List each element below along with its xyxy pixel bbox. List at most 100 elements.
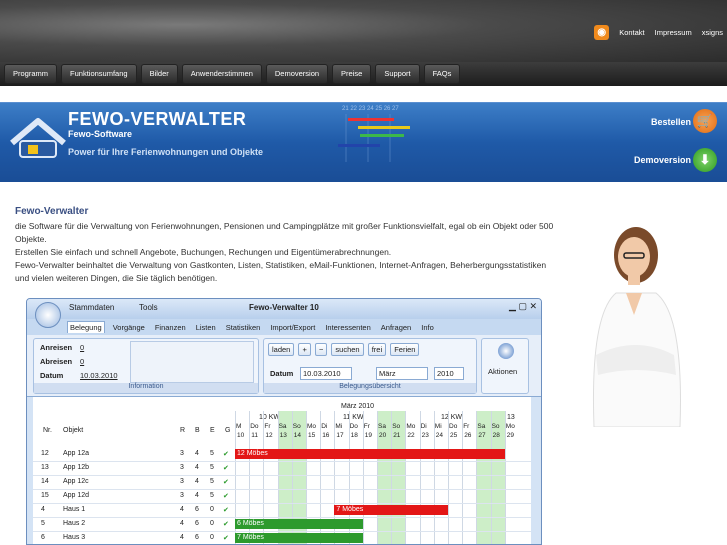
qat-tools[interactable]: Tools [139, 303, 158, 312]
nav-programm[interactable]: Programm [4, 64, 58, 84]
check-icon: ✔ [223, 451, 229, 458]
row-r: 4 [180, 520, 184, 527]
abreisen-label: Abreisen [40, 357, 73, 366]
day-date: 20 [379, 432, 387, 439]
row-nr: 13 [41, 464, 49, 471]
content-heading: Fewo-Verwalter [15, 206, 89, 217]
window-controls[interactable]: ▁ ▢ ✕ [509, 301, 537, 312]
day-name: So [392, 423, 401, 430]
aktionen-icon[interactable] [498, 343, 514, 359]
suchen-button[interactable]: suchen [331, 343, 364, 356]
day-name: Sa [278, 423, 287, 430]
check-icon: ✔ [223, 479, 229, 486]
nav-funktionsumfang[interactable]: Funktionsumfang [61, 64, 137, 84]
nav-demoversion[interactable]: Demoversion [265, 64, 329, 84]
header-g: G [225, 427, 231, 434]
aktionen-label[interactable]: Aktionen [488, 367, 517, 376]
monat-select[interactable]: März [376, 367, 428, 380]
table-row[interactable]: 15 App 12d 3 4 5 ✔ [33, 490, 531, 504]
day-name: Mi [335, 423, 343, 430]
table-row[interactable]: 12 App 12a 3 4 5 ✔ 12 Möbes [33, 448, 531, 462]
table-row[interactable]: 14 App 12c 3 4 5 ✔ [33, 476, 531, 490]
day-name: Fr [363, 423, 370, 430]
day-date: 25 [450, 432, 458, 439]
zoom-in-icon[interactable]: + [298, 343, 311, 356]
day-date: 27 [478, 432, 486, 439]
row-nr: 14 [41, 478, 49, 485]
grid-month: März 2010 [341, 403, 375, 410]
tab-belegung[interactable]: Belegung [67, 321, 105, 333]
app-orb-icon[interactable] [35, 302, 61, 328]
tab-listen[interactable]: Listen [194, 322, 218, 333]
table-row[interactable]: 13 App 12b 3 4 5 ✔ [33, 462, 531, 476]
ferien-select[interactable]: Ferien [390, 343, 420, 356]
tab-finanzen[interactable]: Finanzen [153, 322, 188, 333]
row-objekt: Haus 3 [63, 534, 86, 541]
row-e: 0 [210, 506, 214, 513]
content-paragraph-1: die Software für die Verwaltung von Feri… [15, 221, 554, 244]
table-row[interactable]: 6 Haus 3 4 6 0 ✔ 7 Möbes [33, 532, 531, 544]
check-icon: ✔ [223, 507, 229, 514]
nav-faqs[interactable]: FAQs [423, 64, 461, 84]
jahr-select[interactable]: 2010 [434, 367, 464, 380]
row-objekt: Haus 1 [63, 506, 86, 513]
qat-stammdaten[interactable]: Stammdaten [69, 303, 114, 312]
row-nr: 5 [41, 520, 45, 527]
row-b: 4 [195, 450, 199, 457]
xsigns-link[interactable]: xsigns [702, 28, 723, 37]
calendar-days: 21 22 23 24 25 26 27 [342, 106, 399, 112]
tab-statistiken[interactable]: Statistiken [224, 322, 263, 333]
header-e: E [210, 427, 215, 434]
day-date: 26 [464, 432, 472, 439]
day-name: Di [420, 423, 427, 430]
booking-bar[interactable]: 6 Möbes [235, 519, 363, 529]
tab-vorgaenge[interactable]: Vorgänge [111, 322, 147, 333]
app-titlebar: Stammdaten Tools Fewo-Verwalter 10 ▁ ▢ ✕ [27, 299, 541, 319]
booking-bar[interactable]: 12 Möbes [235, 449, 505, 459]
demoversion-link[interactable]: Demoversion [634, 155, 691, 165]
row-nr: 4 [41, 506, 45, 513]
house-logo-icon [10, 118, 66, 158]
woman-photo [593, 227, 681, 427]
top-header: ◉ Kontakt Impressum xsigns [0, 0, 727, 62]
download-icon[interactable]: ⬇ [693, 148, 717, 172]
kontakt-link[interactable]: Kontakt [619, 28, 644, 37]
table-row[interactable]: 5 Haus 2 4 6 0 ✔ 6 Möbes [33, 518, 531, 532]
belegung-group: laden + − suchen frei Ferien Datum 10.03… [263, 338, 477, 394]
bestellen-link[interactable]: Bestellen [651, 117, 691, 127]
tab-anfragen[interactable]: Anfragen [379, 322, 413, 333]
frei-button[interactable]: frei [367, 343, 387, 356]
day-name: Sa [378, 423, 386, 430]
day-name: Fr [264, 423, 271, 430]
nav-support[interactable]: Support [375, 64, 420, 84]
rss-icon[interactable]: ◉ [594, 25, 610, 40]
impressum-link[interactable]: Impressum [655, 28, 692, 37]
top-links: ◉ Kontakt Impressum xsigns [594, 25, 723, 40]
table-row[interactable]: 4 Haus 1 4 6 0 ✔ 7 Möbes [33, 504, 531, 518]
row-objekt: App 12d [63, 492, 90, 499]
belegung-buttons: laden + − suchen frei Ferien [268, 343, 421, 356]
day-name: Mo [505, 423, 515, 430]
nav-anwenderstimmen[interactable]: Anwenderstimmen [181, 64, 262, 84]
booking-bar[interactable]: 7 Möbes [334, 505, 448, 515]
day-name: Sa [477, 423, 486, 430]
datum-label: Datum [40, 371, 64, 380]
nav-bilder[interactable]: Bilder [140, 64, 178, 84]
beleg-datum-label: Datum [270, 369, 294, 378]
belegung-group-label: Belegungsübersicht [264, 383, 476, 393]
nav-preise[interactable]: Preise [332, 64, 372, 84]
tab-import-export[interactable]: Import/Export [268, 322, 317, 333]
day-date: 23 [421, 432, 429, 439]
tab-info[interactable]: Info [419, 322, 436, 333]
beleg-datum-input[interactable]: 10.03.2010 [300, 367, 352, 380]
zoom-out-icon[interactable]: − [314, 343, 328, 356]
cart-icon[interactable]: 🛒 [693, 109, 717, 133]
booking-bar[interactable]: 7 Möbes [235, 533, 363, 543]
info-box [130, 341, 254, 383]
laden-button[interactable]: laden [268, 343, 295, 356]
row-objekt: App 12a [63, 450, 90, 457]
tab-interessenten[interactable]: Interessenten [323, 322, 372, 333]
row-e: 5 [210, 478, 214, 485]
content-paragraph-2: Erstellen Sie einfach und schnell Angebo… [15, 247, 392, 257]
check-icon: ✔ [223, 465, 229, 472]
